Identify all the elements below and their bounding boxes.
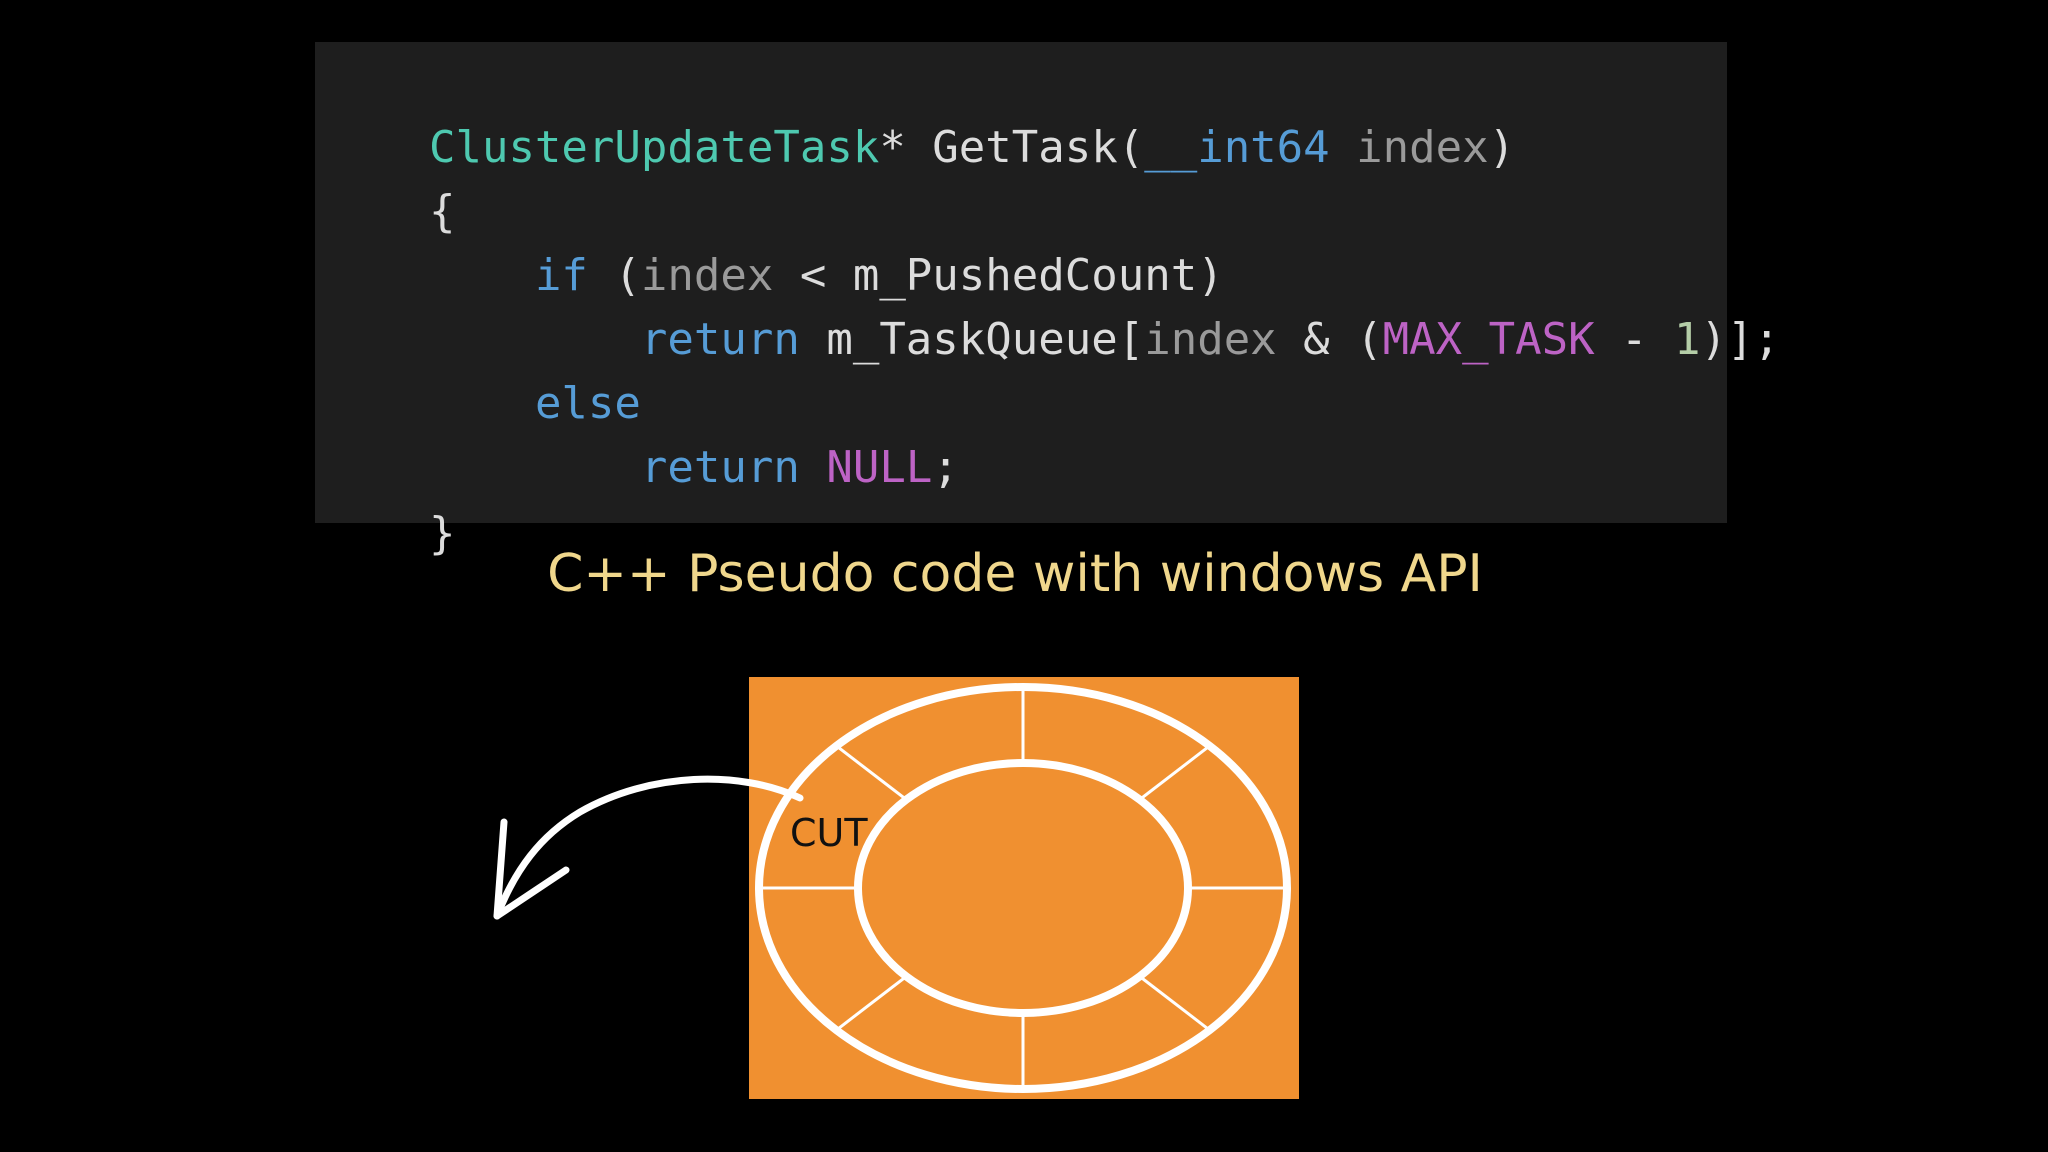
cut-label: CUT <box>790 811 868 855</box>
cut-arrow-head-icon <box>493 818 570 920</box>
ring-buffer-diagram: CUT <box>493 677 1299 1099</box>
